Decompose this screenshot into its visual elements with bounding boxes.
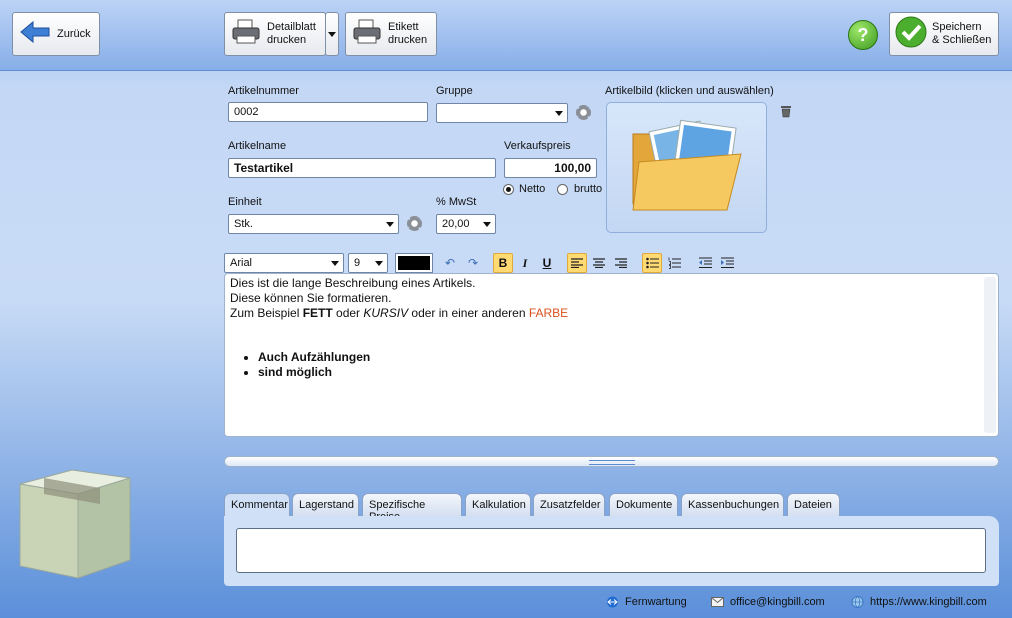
underline-button[interactable]: U	[537, 253, 557, 273]
group-select[interactable]	[436, 103, 568, 123]
gross-radio[interactable]	[557, 184, 568, 195]
chevron-down-icon	[551, 104, 567, 122]
chevron-down-icon	[382, 215, 398, 233]
redo-icon[interactable]: ↷	[463, 253, 483, 273]
net-label: Netto	[519, 183, 546, 195]
article-number-input[interactable]: 0002	[228, 102, 428, 122]
back-button[interactable]: Zurück	[12, 12, 100, 56]
print-detail-label: Detailblatt drucken	[267, 21, 316, 46]
bullet-list-icon[interactable]	[642, 253, 662, 273]
editor-text: oder	[332, 306, 364, 320]
remote-support-link[interactable]: Fernwartung	[606, 596, 687, 608]
editor-line: Diese können Sie formatieren.	[230, 291, 392, 305]
font-color-swatch	[398, 256, 430, 270]
list-item: sind möglich	[258, 365, 993, 380]
back-label: Zurück	[57, 27, 91, 40]
list-item: Auch Aufzählungen	[258, 350, 993, 365]
net-radio[interactable]	[503, 184, 514, 195]
vat-value: 20,00	[442, 218, 470, 230]
save-close-label: Speichern & Schließen	[932, 21, 992, 46]
numbered-list-icon[interactable]	[664, 253, 684, 273]
bold-button[interactable]: B	[493, 253, 513, 273]
editor-line: Zum Beispiel FETT oder KURSIV oder in ei…	[230, 306, 993, 321]
arrow-left-icon	[19, 20, 51, 48]
price-label: Verkaufspreis	[504, 140, 571, 152]
gross-label: brutto	[574, 183, 603, 195]
unit-label: Einheit	[228, 196, 262, 208]
font-value: Arial	[230, 257, 253, 269]
vat-select[interactable]: 20,00	[436, 214, 496, 234]
website-link[interactable]: https://www.kingbill.com	[851, 596, 987, 608]
tab-kalkulation[interactable]: Kalkulation	[465, 493, 531, 517]
print-label-button[interactable]: Etikett drucken	[345, 12, 437, 56]
print-detail-dropdown[interactable]	[325, 12, 339, 56]
group-settings-gear-icon[interactable]	[576, 105, 591, 120]
article-image[interactable]	[606, 102, 767, 233]
tab-spezifische-preise[interactable]: Spezifische Preise	[362, 493, 462, 523]
question-icon: ?	[857, 24, 869, 45]
tab-dateien[interactable]: Dateien	[787, 493, 840, 517]
trash-icon[interactable]	[780, 105, 792, 118]
description-editor[interactable]: Dies ist die lange Beschreibung eines Ar…	[224, 273, 999, 437]
editor-italic-text: KURSIV	[363, 306, 409, 320]
editor-text: oder in einer anderen	[408, 306, 529, 320]
unit-value: Stk.	[234, 218, 253, 230]
save-close-button[interactable]: Speichern & Schließen	[889, 12, 999, 56]
tab-kassenbuchungen[interactable]: Kassenbuchungen	[681, 493, 784, 517]
website-label: https://www.kingbill.com	[870, 596, 987, 608]
globe-icon	[851, 596, 864, 608]
email-link[interactable]: office@kingbill.com	[711, 596, 825, 608]
editor-text: Zum Beispiel	[230, 306, 303, 320]
envelope-icon	[711, 597, 724, 607]
chevron-down-icon	[328, 31, 336, 37]
print-detail-button[interactable]: Detailblatt drucken	[224, 12, 326, 56]
help-button[interactable]: ?	[848, 20, 878, 50]
comment-input[interactable]	[236, 528, 986, 573]
teamviewer-icon	[607, 596, 618, 608]
unit-select[interactable]: Stk.	[228, 214, 399, 234]
article-name-label: Artikelname	[228, 140, 287, 152]
print-label-label: Etikett drucken	[388, 21, 428, 46]
tab-dokumente[interactable]: Dokumente	[609, 493, 678, 517]
group-label: Gruppe	[436, 85, 473, 97]
chevron-down-icon	[327, 254, 343, 272]
align-right-icon[interactable]	[611, 253, 631, 273]
align-center-icon[interactable]	[589, 253, 609, 273]
folder-pictures-icon	[625, 114, 749, 221]
tab-panel	[224, 516, 999, 586]
indent-icon[interactable]	[717, 253, 737, 273]
tab-zusatzfelder[interactable]: Zusatzfelder	[533, 493, 605, 517]
chevron-down-icon	[371, 254, 387, 272]
splitter-handle[interactable]	[224, 456, 999, 467]
font-color-picker[interactable]	[395, 253, 433, 273]
font-size-value: 9	[354, 257, 361, 269]
article-image-label: Artikelbild (klicken und auswählen)	[605, 85, 774, 97]
checkmark-icon	[895, 16, 927, 52]
article-number-label: Artikelnummer	[228, 85, 299, 97]
grip-icon	[589, 460, 635, 465]
italic-button[interactable]: I	[515, 253, 535, 273]
remote-support-label: Fernwartung	[625, 596, 687, 608]
email-label: office@kingbill.com	[730, 596, 825, 608]
price-input[interactable]: 100,00	[504, 158, 597, 178]
tab-lagerstand[interactable]: Lagerstand	[292, 493, 359, 517]
editor-scrollbar[interactable]	[984, 277, 996, 433]
font-select[interactable]: Arial	[224, 253, 344, 273]
editor-colored-text: FARBE	[528, 306, 569, 320]
editor-bullet-list: Auch Aufzählungen sind möglich	[230, 350, 993, 380]
chevron-down-icon	[479, 215, 495, 233]
font-size-select[interactable]: 9	[348, 253, 388, 273]
tab-kommentar[interactable]: Kommentar	[224, 493, 290, 517]
product-box-icon	[16, 466, 134, 585]
align-left-icon[interactable]	[567, 253, 587, 273]
unit-settings-gear-icon[interactable]	[407, 216, 422, 231]
undo-icon[interactable]: ↶	[440, 253, 460, 273]
vat-label: % MwSt	[436, 196, 477, 208]
editor-bold-text: FETT	[302, 306, 333, 320]
editor-line: Dies ist die lange Beschreibung eines Ar…	[230, 276, 476, 290]
printer-icon	[352, 19, 382, 49]
article-name-input[interactable]: Testartikel	[228, 158, 496, 178]
outdent-icon[interactable]	[695, 253, 715, 273]
printer-icon	[231, 19, 261, 49]
